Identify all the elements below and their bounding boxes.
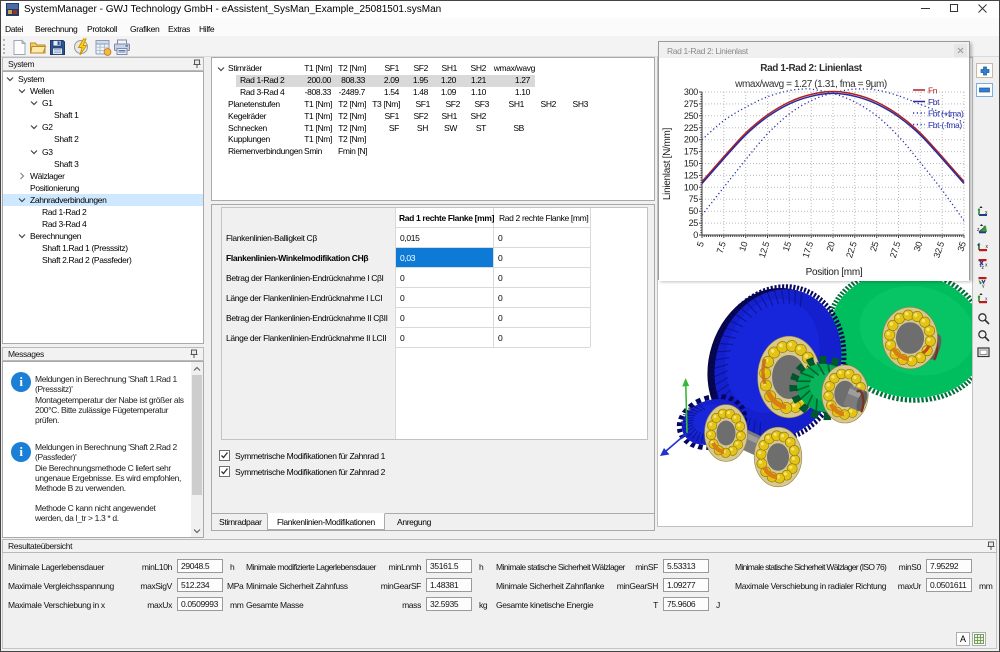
svg-text:35: 35	[955, 240, 968, 252]
svg-text:30: 30	[912, 240, 925, 252]
svg-text:300: 300	[684, 87, 698, 97]
svg-text:125: 125	[684, 170, 698, 180]
svg-text:x: x	[986, 244, 989, 250]
svg-text:x: x	[985, 297, 988, 303]
svg-text:275: 275	[684, 99, 698, 109]
svg-text:7.5: 7.5	[715, 240, 728, 254]
svg-text:25: 25	[868, 240, 881, 252]
svg-text:200: 200	[684, 135, 698, 145]
svg-text:x: x	[985, 263, 988, 269]
svg-text:12.5: 12.5	[757, 240, 772, 259]
svg-text:Fbt: Fbt	[928, 97, 940, 107]
svg-text:20: 20	[824, 240, 837, 252]
svg-text:175: 175	[684, 147, 698, 157]
svg-text:32.5: 32.5	[932, 240, 947, 259]
svg-text:22.5: 22.5	[844, 240, 859, 259]
svg-text:Fn: Fn	[928, 86, 938, 96]
svg-text:Fbt-(-fma): Fbt-(-fma)	[928, 120, 962, 130]
svg-text:250: 250	[684, 111, 698, 121]
svg-text:0: 0	[693, 230, 698, 240]
svg-text:15: 15	[781, 240, 794, 252]
svg-text:75: 75	[689, 194, 699, 204]
svg-text:Linienlast [N/mm]: Linienlast [N/mm]	[662, 127, 673, 200]
svg-text:17.5: 17.5	[801, 240, 816, 259]
svg-text:x: x	[985, 210, 988, 216]
svg-text:Fbt (+fma): Fbt (+fma)	[928, 109, 964, 119]
svg-text:Position [mm]: Position [mm]	[806, 267, 863, 278]
svg-text:100: 100	[684, 182, 698, 192]
svg-text:5: 5	[695, 240, 706, 248]
svg-text:225: 225	[684, 123, 698, 133]
svg-text:y: y	[982, 284, 985, 289]
svg-text:25: 25	[689, 218, 699, 228]
svg-text:50: 50	[689, 206, 699, 216]
svg-text:27.5: 27.5	[888, 240, 903, 259]
svg-text:10: 10	[737, 240, 750, 252]
svg-text:150: 150	[684, 159, 698, 169]
svg-text:Rad 1-Rad 2: Linienlast: Rad 1-Rad 2: Linienlast	[760, 63, 862, 74]
